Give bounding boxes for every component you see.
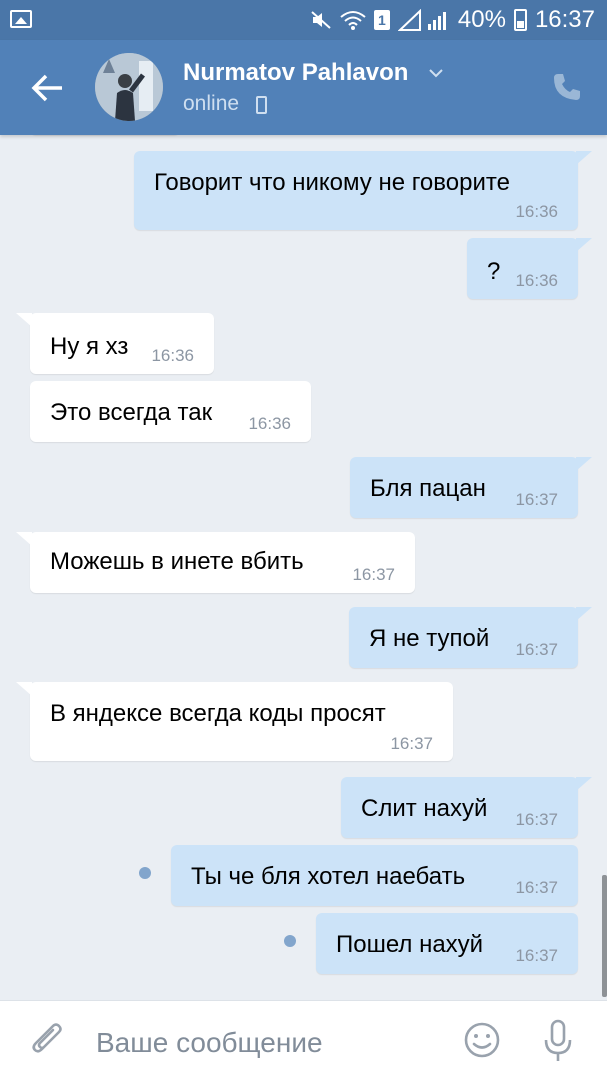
battery-icon	[513, 9, 527, 31]
message-bubble-outgoing[interactable]: Бля пацан 16:37	[350, 457, 592, 518]
scrollbar[interactable]	[602, 875, 607, 997]
unread-indicator	[284, 935, 296, 947]
message-composer	[0, 1000, 607, 1080]
battery-percent: 40%	[457, 6, 506, 33]
message-text: ?	[487, 258, 501, 285]
message-bubble-incoming[interactable]: Можешь в инете вбить 16:37	[16, 532, 415, 593]
message-bubble-outgoing[interactable]: Я не тупой 16:37	[349, 607, 592, 668]
microphone-icon[interactable]	[541, 1018, 575, 1064]
message-time: 16:37	[390, 734, 433, 753]
status-bar: 1 40% 16:37	[0, 0, 607, 40]
message-time: 16:37	[515, 878, 558, 897]
message-time: 16:37	[352, 565, 395, 584]
chat-header: Nurmatov Pahlavon online	[0, 40, 607, 135]
wifi-icon	[340, 11, 366, 30]
back-arrow-icon[interactable]	[28, 70, 68, 106]
signal-icon	[397, 9, 446, 31]
message-text: Я не тупой	[369, 625, 490, 652]
message-time: 16:36	[515, 202, 558, 221]
avatar-photo	[95, 53, 163, 121]
message-bubble-outgoing[interactable]: Пошел нахуй 16:37	[316, 913, 578, 974]
message-bubble-incoming[interactable]: Это всегда так 16:36	[30, 381, 311, 442]
message-time: 16:37	[515, 490, 558, 509]
status-time: 16:37	[534, 6, 595, 33]
chevron-down-icon[interactable]	[428, 67, 444, 79]
message-time: 16:36	[515, 271, 558, 290]
message-text: Ну я хз	[50, 333, 129, 360]
attach-icon[interactable]	[28, 1021, 68, 1061]
message-bubble-outgoing[interactable]: Говорит что никому не говорите 16:36	[134, 151, 592, 230]
message-text: Пошел нахуй	[336, 931, 484, 958]
message-time: 16:36	[248, 414, 291, 433]
emoji-icon[interactable]	[463, 1021, 501, 1059]
contact-name[interactable]: Nurmatov Pahlavon	[183, 59, 408, 87]
message-text: Ты че бля хотел наебать	[191, 863, 466, 890]
message-text: Это всегда так	[50, 399, 213, 426]
message-bubble-outgoing[interactable]: Ты че бля хотел наебать 16:37	[171, 845, 578, 906]
message-time: 16:37	[515, 810, 558, 829]
unread-indicator	[139, 867, 151, 879]
mobile-icon	[256, 96, 267, 114]
message-text: Слит нахуй	[361, 795, 488, 822]
message-bubble-incoming[interactable]: В яндексе всегда коды просят 16:37	[16, 682, 453, 761]
message-text: Можешь в инете вбить	[50, 548, 304, 575]
message-list[interactable]: Говорит что никому не говорите 16:36 ? 1…	[0, 135, 607, 1000]
message-time: 16:36	[151, 346, 194, 365]
avatar[interactable]	[95, 53, 163, 121]
message-text: В яндексе всегда коды просят	[50, 700, 386, 727]
message-time: 16:37	[515, 946, 558, 965]
message-bubble-outgoing[interactable]: ? 16:36	[467, 238, 592, 299]
sim-badge: 1	[373, 10, 390, 30]
gallery-icon	[10, 10, 32, 28]
message-text: Бля пацан	[370, 475, 486, 502]
message-bubble-incoming[interactable]: Ну я хз 16:36	[16, 313, 214, 374]
contact-status: online	[183, 92, 240, 115]
phone-icon[interactable]	[552, 72, 582, 102]
status-indicators: 1 40% 16:37	[310, 6, 595, 34]
mute-icon	[311, 11, 331, 29]
message-text: Говорит что никому не говорите	[154, 169, 510, 196]
message-time: 16:37	[515, 640, 558, 659]
message-input[interactable]	[96, 1023, 436, 1063]
message-bubble-outgoing[interactable]: Слит нахуй 16:37	[341, 777, 592, 838]
